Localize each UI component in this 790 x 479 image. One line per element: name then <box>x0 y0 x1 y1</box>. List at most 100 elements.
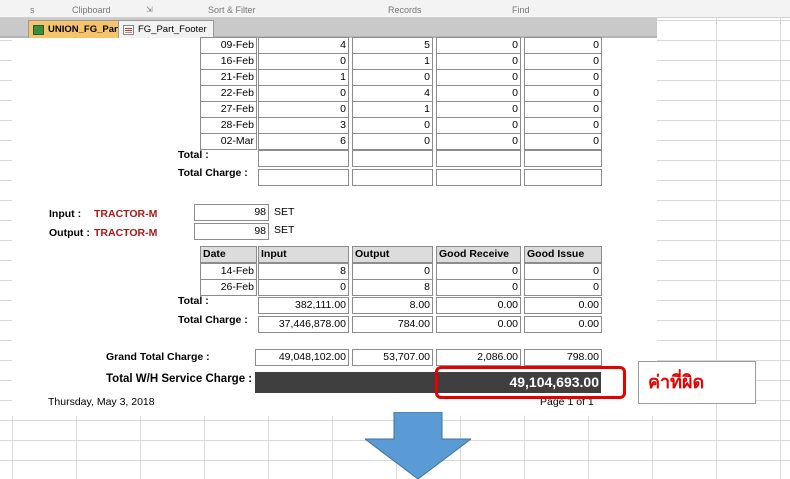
col-output-header: Output <box>352 246 433 263</box>
section1-cell: 0 <box>258 101 349 118</box>
input-label: Input : <box>49 208 82 220</box>
section1-cell: 02-Mar <box>200 133 257 150</box>
section1-total-receive <box>436 150 521 167</box>
section1-cell: 0 <box>524 133 602 150</box>
table-icon <box>33 24 44 35</box>
section1-cell: 0 <box>436 37 521 54</box>
section1-cell: 0 <box>436 133 521 150</box>
section1-cell: 0 <box>524 53 602 70</box>
ribbon-group-records: Records <box>388 5 422 15</box>
tab-union-fg-part[interactable]: UNION_FG_Part <box>28 20 128 38</box>
section2-total-input: 382,111.00 <box>258 297 349 314</box>
col-input-header: Input <box>258 246 349 263</box>
ribbon-group-clipboard: Clipboard <box>72 5 111 15</box>
col-good-receive-header: Good Receive <box>436 246 521 263</box>
section1-cell: 0 <box>352 117 433 134</box>
tab-label: FG_Part_Footer <box>138 24 207 35</box>
section1-cell: 0 <box>524 37 602 54</box>
section1-cell: 0 <box>352 133 433 150</box>
section2-cell: 0 <box>524 279 602 296</box>
section1-total-output <box>352 150 433 167</box>
section2-cell: 0 <box>352 263 433 280</box>
ribbon-group-clipboard-prefix: s <box>30 5 35 15</box>
down-arrow-icon <box>365 412 471 479</box>
section1-cell: 0 <box>258 53 349 70</box>
section1-cell: 0 <box>524 69 602 86</box>
grand-total-input: 49,048,102.00 <box>255 349 349 366</box>
ribbon-group-sort-filter: Sort & Filter <box>208 5 256 15</box>
section2-charge-issue: 0.00 <box>524 316 602 333</box>
section1-cell: 5 <box>352 37 433 54</box>
section1-cell: 0 <box>436 69 521 86</box>
col-good-issue-header: Good Issue <box>524 246 602 263</box>
section2-charge-output: 784.00 <box>352 316 433 333</box>
grand-total-output: 53,707.00 <box>352 349 433 366</box>
grand-total-receive: 2,086.00 <box>436 349 521 366</box>
section1-cell: 4 <box>352 85 433 102</box>
section2-total-charge-label: Total Charge : <box>178 314 248 326</box>
error-highlight-box <box>435 366 626 399</box>
section1-cell: 0 <box>524 85 602 102</box>
section1-cell: 1 <box>258 69 349 86</box>
report-page: 09-Feb 4 5 0 0 16-Feb 0 1 0 0 21-Feb 1 0 0 0 22-Feb 0 4 0 0… <box>12 37 657 416</box>
input-model: TRACTOR-M <box>94 208 158 220</box>
section2-cell: 0 <box>258 279 349 296</box>
section1-cell: 28-Feb <box>200 117 257 134</box>
grand-total-issue: 798.00 <box>524 349 602 366</box>
output-label: Output : <box>49 227 90 239</box>
section1-cell: 6 <box>258 133 349 150</box>
report-date: Thursday, May 3, 2018 <box>48 396 155 408</box>
error-note: ค่าที่ผิด <box>638 361 756 404</box>
section2-cell: 0 <box>436 263 521 280</box>
output-unit: SET <box>274 224 295 236</box>
section2-charge-receive: 0.00 <box>436 316 521 333</box>
grand-total-label: Grand Total Charge : <box>106 351 210 363</box>
ribbon-group-labels: s Clipboard ⇲ Sort & Filter Records Find <box>0 0 790 18</box>
section2-cell: 0 <box>436 279 521 296</box>
service-charge-label: Total W/H Service Charge : <box>106 373 253 385</box>
section1-cell: 1 <box>352 53 433 70</box>
section2-total-issue: 0.00 <box>524 297 602 314</box>
section1-cell: 27-Feb <box>200 101 257 118</box>
section1-cell: 0 <box>436 53 521 70</box>
section1-cell: 0 <box>524 117 602 134</box>
section1-cell: 0 <box>436 85 521 102</box>
section1-total-issue <box>524 150 602 167</box>
section1-charge-issue <box>524 169 602 186</box>
section2-cell: 8 <box>258 263 349 280</box>
section2-total-label: Total : <box>178 295 209 307</box>
section1-cell: 1 <box>352 101 433 118</box>
section2-cell: 14-Feb <box>200 263 257 280</box>
section1-charge-receive <box>436 169 521 186</box>
section1-cell: 3 <box>258 117 349 134</box>
col-date-header: Date <box>200 246 257 263</box>
section1-cell: 09-Feb <box>200 37 257 54</box>
tab-fg-part-footer[interactable]: FG_Part_Footer <box>118 20 214 38</box>
section1-cell: 4 <box>258 37 349 54</box>
section1-charge-input <box>258 169 349 186</box>
section1-cell: 0 <box>436 101 521 118</box>
section1-cell: 16-Feb <box>200 53 257 70</box>
section1-total-input <box>258 150 349 167</box>
output-model: TRACTOR-M <box>94 227 158 239</box>
section2-cell: 26-Feb <box>200 279 257 296</box>
section2-cell: 0 <box>524 263 602 280</box>
object-tab-bar: UNION_FG_Part FG_Part_Footer <box>0 18 657 38</box>
tab-label: UNION_FG_Part <box>48 24 121 35</box>
section1-cell: 0 <box>258 85 349 102</box>
section2-total-output: 8.00 <box>352 297 433 314</box>
section1-total-label: Total : <box>178 149 209 161</box>
section2-total-receive: 0.00 <box>436 297 521 314</box>
section1-cell: 0 <box>436 117 521 134</box>
section1-cell: 21-Feb <box>200 69 257 86</box>
dialog-launcher-icon[interactable]: ⇲ <box>146 5 153 14</box>
ribbon-group-find: Find <box>512 5 530 15</box>
input-qty: 98 <box>194 204 269 221</box>
output-qty: 98 <box>194 223 269 240</box>
section2-charge-input: 37,446,878.00 <box>258 316 349 333</box>
section1-cell: 22-Feb <box>200 85 257 102</box>
section1-cell: 0 <box>352 69 433 86</box>
section2-cell: 8 <box>352 279 433 296</box>
input-unit: SET <box>274 206 295 218</box>
section1-charge-output <box>352 169 433 186</box>
